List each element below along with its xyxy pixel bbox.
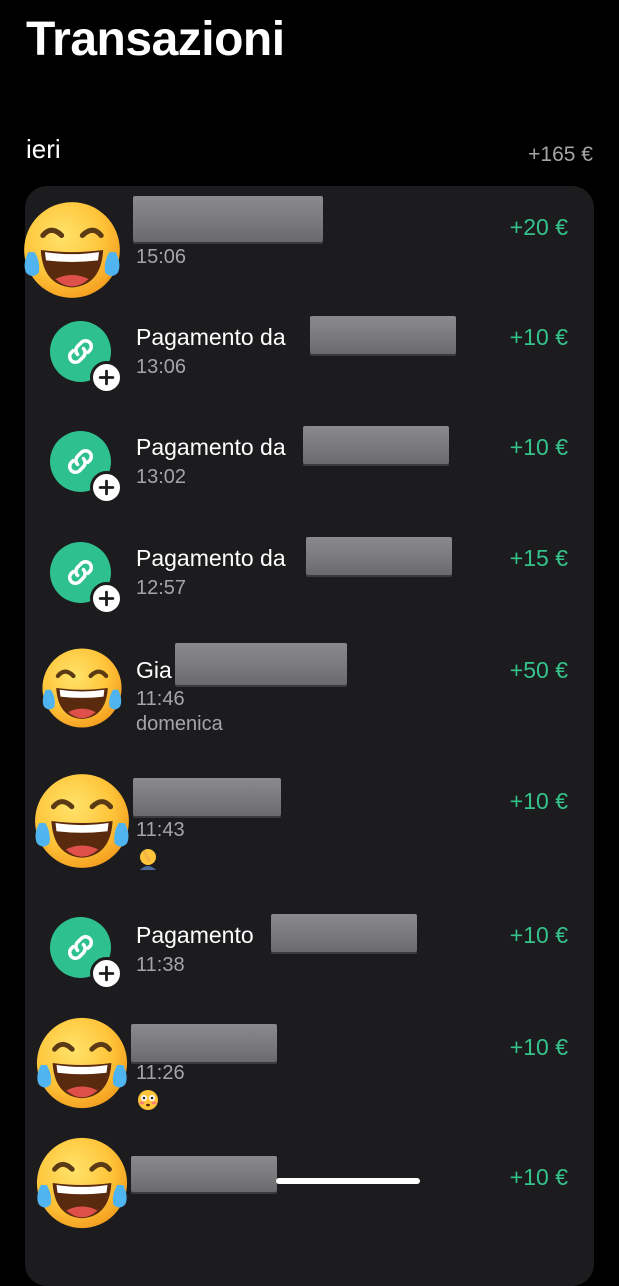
- transaction-name: Pagamento da: [136, 545, 286, 571]
- redacted-name: [310, 316, 456, 354]
- transactions-list: 15:06 +20 € Pagamento da 13:06 +10 € Pag…: [25, 186, 594, 1286]
- plus-icon: [90, 582, 123, 615]
- transaction-time: 11:38: [136, 954, 185, 976]
- transaction-time: 12:57: [136, 577, 187, 599]
- redacted-name: [131, 1156, 277, 1192]
- laughing-tears-emoji-icon: [33, 1134, 131, 1232]
- transaction-row[interactable]: 11:43 +10 €: [25, 752, 594, 892]
- redacted-name: [306, 537, 452, 575]
- laughing-tears-emoji-icon: [20, 198, 124, 302]
- transaction-time: 11:26: [136, 1062, 185, 1084]
- transaction-amount: +15 €: [509, 545, 568, 571]
- redacted-name: [133, 778, 281, 816]
- transaction-time: 13:02: [136, 466, 187, 488]
- transaction-amount: +10 €: [509, 788, 568, 814]
- redacted-name: [131, 1024, 277, 1062]
- redacted-name: [271, 914, 417, 952]
- transaction-time: 15:06: [136, 246, 187, 268]
- payment-link-icon: [50, 431, 123, 504]
- transaction-row[interactable]: Gia 11:46 domenica +50 €: [25, 627, 594, 752]
- transaction-row[interactable]: Pagamento da 13:06 +10 €: [25, 296, 594, 406]
- redacted-name: [133, 196, 323, 242]
- home-indicator[interactable]: [276, 1178, 420, 1184]
- laughing-tears-emoji-icon: [33, 1014, 131, 1112]
- transaction-name: Pagamento da: [136, 324, 286, 350]
- transaction-note: domenica: [136, 713, 223, 735]
- laughing-tears-emoji-icon: [31, 770, 133, 872]
- transaction-row[interactable]: Pagamento da 12:57 +15 €: [25, 517, 594, 627]
- transaction-row[interactable]: Pagamento da 13:02 +10 €: [25, 406, 594, 516]
- transaction-time: 11:43: [136, 819, 185, 841]
- section-total: +165 €: [528, 143, 593, 166]
- transaction-amount: +50 €: [509, 657, 568, 683]
- payment-link-icon: [50, 321, 123, 394]
- facepalm-emoji-icon: [136, 846, 160, 870]
- payment-link-icon: [50, 542, 123, 615]
- redacted-name: [303, 426, 449, 464]
- plus-icon: [90, 471, 123, 504]
- plus-icon: [90, 361, 123, 394]
- page-title: Transazioni: [26, 13, 285, 66]
- flushed-face-emoji-icon: [136, 1088, 160, 1112]
- transaction-amount: +10 €: [509, 1164, 568, 1190]
- laughing-tears-emoji-icon: [39, 645, 125, 731]
- redacted-name: [175, 643, 347, 685]
- transaction-name: Gia: [136, 657, 172, 683]
- transaction-amount: +10 €: [509, 434, 568, 460]
- section-date-label: ieri: [26, 134, 61, 164]
- payment-link-icon: [50, 917, 123, 990]
- plus-icon: [90, 957, 123, 990]
- transaction-name: Pagamento: [136, 922, 254, 948]
- transaction-row[interactable]: 15:06 +20 €: [25, 186, 594, 296]
- transaction-time: 11:46: [136, 688, 185, 710]
- transaction-amount: +10 €: [509, 324, 568, 350]
- transaction-amount: +10 €: [509, 922, 568, 948]
- transaction-name: Pagamento da: [136, 434, 286, 460]
- transaction-row[interactable]: Pagamento 11:38 +10 €: [25, 892, 594, 1002]
- transaction-amount: +10 €: [509, 1034, 568, 1060]
- transaction-row[interactable]: 11:26 +10 €: [25, 1002, 594, 1126]
- transaction-time: 13:06: [136, 356, 187, 378]
- transaction-amount: +20 €: [509, 214, 568, 240]
